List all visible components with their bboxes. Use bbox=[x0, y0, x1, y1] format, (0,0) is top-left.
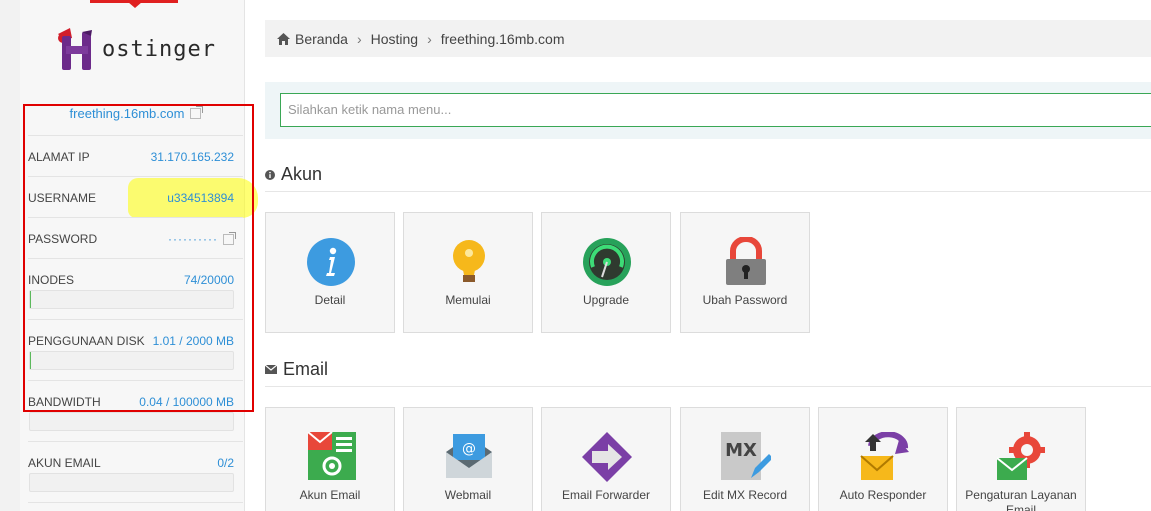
tile-ubah-password[interactable]: Ubah Password bbox=[680, 212, 810, 333]
tile-akun-email[interactable]: Akun Email bbox=[265, 407, 395, 511]
breadcrumb-chevron-icon: › bbox=[427, 30, 432, 47]
email-settings-icon bbox=[997, 432, 1045, 480]
webmail-icon: @ bbox=[446, 434, 492, 478]
section-divider bbox=[265, 386, 1151, 387]
bandwidth-value: 0.04 / 100000 MB bbox=[139, 395, 234, 409]
divider bbox=[28, 176, 243, 177]
section-email-label: Email bbox=[283, 359, 329, 379]
disk-value: 1.01 / 2000 MB bbox=[152, 334, 234, 348]
password-value[interactable]: ·········· bbox=[168, 232, 218, 246]
external-link-icon[interactable] bbox=[190, 106, 204, 119]
inodes-label: INODES bbox=[28, 273, 75, 287]
external-link-icon[interactable] bbox=[223, 232, 236, 245]
password-label: PASSWORD bbox=[28, 232, 98, 246]
inodes-usage-fill bbox=[30, 291, 31, 308]
tile-label: Akun Email bbox=[299, 488, 361, 502]
email-usage-bar bbox=[29, 473, 234, 492]
username-label: USERNAME bbox=[28, 191, 97, 205]
email-accounts-label: AKUN EMAIL bbox=[28, 456, 101, 470]
username-value: u334513894 bbox=[167, 191, 234, 205]
ip-value: 31.170.165.232 bbox=[150, 150, 234, 164]
divider bbox=[28, 502, 243, 503]
divider bbox=[28, 135, 243, 136]
disk-label: PENGGUNAAN DISK bbox=[28, 334, 145, 348]
tile-label: Edit MX Record bbox=[702, 488, 788, 502]
ip-label: ALAMAT IP bbox=[28, 150, 90, 164]
breadcrumb-current: freething.16mb.com bbox=[440, 30, 565, 47]
home-icon[interactable] bbox=[277, 32, 290, 45]
breadcrumb-hosting[interactable]: Hosting bbox=[371, 31, 418, 47]
hostinger-logo[interactable]: ostinger bbox=[52, 26, 222, 72]
breadcrumb: Beranda › Hosting › freething.16mb.com bbox=[265, 20, 1151, 57]
tile-label: Detail bbox=[314, 293, 346, 307]
menu-search-panel: Silahkan ketik nama menu... bbox=[265, 82, 1151, 139]
domain-label[interactable]: freething.16mb.com bbox=[70, 106, 185, 121]
section-akun-label: Akun bbox=[281, 164, 323, 184]
divider bbox=[28, 380, 243, 381]
svg-text:MX: MX bbox=[725, 440, 757, 461]
auto-responder-icon bbox=[860, 432, 909, 480]
domain-link[interactable]: freething.16mb.com bbox=[28, 106, 243, 121]
tile-detail[interactable]: Detail bbox=[265, 212, 395, 333]
inodes-value: 74/20000 bbox=[183, 273, 234, 287]
tile-auto-responder[interactable]: Auto Responder bbox=[818, 407, 948, 511]
bandwidth-label: BANDWIDTH bbox=[28, 395, 101, 409]
lightbulb-icon bbox=[453, 240, 485, 282]
section-divider bbox=[265, 191, 1151, 192]
breadcrumb-home[interactable]: Beranda bbox=[295, 31, 348, 47]
envelope-icon bbox=[265, 365, 277, 374]
forward-arrow-icon bbox=[582, 432, 632, 482]
tile-memulai[interactable]: Memulai bbox=[403, 212, 533, 333]
menu-search-input[interactable]: Silahkan ketik nama menu... bbox=[280, 93, 1151, 127]
tile-webmail[interactable]: @ Webmail bbox=[403, 407, 533, 511]
info-circle-icon bbox=[265, 169, 275, 180]
section-akun-title: Akun bbox=[265, 164, 322, 185]
disk-usage-bar bbox=[29, 351, 234, 370]
logo-accent-notch bbox=[128, 2, 142, 8]
divider bbox=[28, 319, 243, 320]
logo-wordmark: ostinger bbox=[102, 36, 216, 62]
mx-record-edit-icon: MX bbox=[721, 432, 771, 480]
padlock-icon bbox=[726, 237, 766, 285]
inodes-usage-bar bbox=[29, 290, 234, 309]
tile-label: Pengaturan Layanan Email bbox=[965, 488, 1077, 511]
divider bbox=[28, 441, 243, 442]
bandwidth-usage-bar bbox=[29, 412, 234, 431]
tile-email-forwarder[interactable]: Email Forwarder bbox=[541, 407, 671, 511]
tile-label: Upgrade bbox=[582, 293, 630, 307]
speedometer-icon bbox=[583, 238, 631, 286]
hostinger-h-mascot-icon bbox=[58, 28, 92, 70]
email-accounts-icon bbox=[307, 432, 356, 480]
divider bbox=[28, 217, 243, 218]
svg-text:@: @ bbox=[462, 441, 476, 457]
tile-label: Ubah Password bbox=[702, 293, 788, 307]
breadcrumb-chevron-icon: › bbox=[356, 30, 362, 47]
tile-label: Memulai bbox=[445, 293, 491, 307]
email-accounts-value: 0/2 bbox=[217, 456, 234, 470]
divider bbox=[28, 258, 243, 259]
tile-upgrade[interactable]: Upgrade bbox=[541, 212, 671, 333]
tile-label: Auto Responder bbox=[839, 488, 927, 502]
tile-edit-mx-record[interactable]: MX Edit MX Record bbox=[680, 407, 810, 511]
info-icon bbox=[307, 238, 355, 286]
account-sidebar bbox=[20, 0, 245, 511]
left-edge-strip bbox=[0, 0, 20, 511]
tile-pengaturan-layanan-email[interactable]: Pengaturan Layanan Email bbox=[956, 407, 1086, 511]
tile-label: Email Forwarder bbox=[561, 488, 651, 502]
section-email-title: Email bbox=[265, 359, 328, 380]
tile-label: Webmail bbox=[444, 488, 492, 502]
